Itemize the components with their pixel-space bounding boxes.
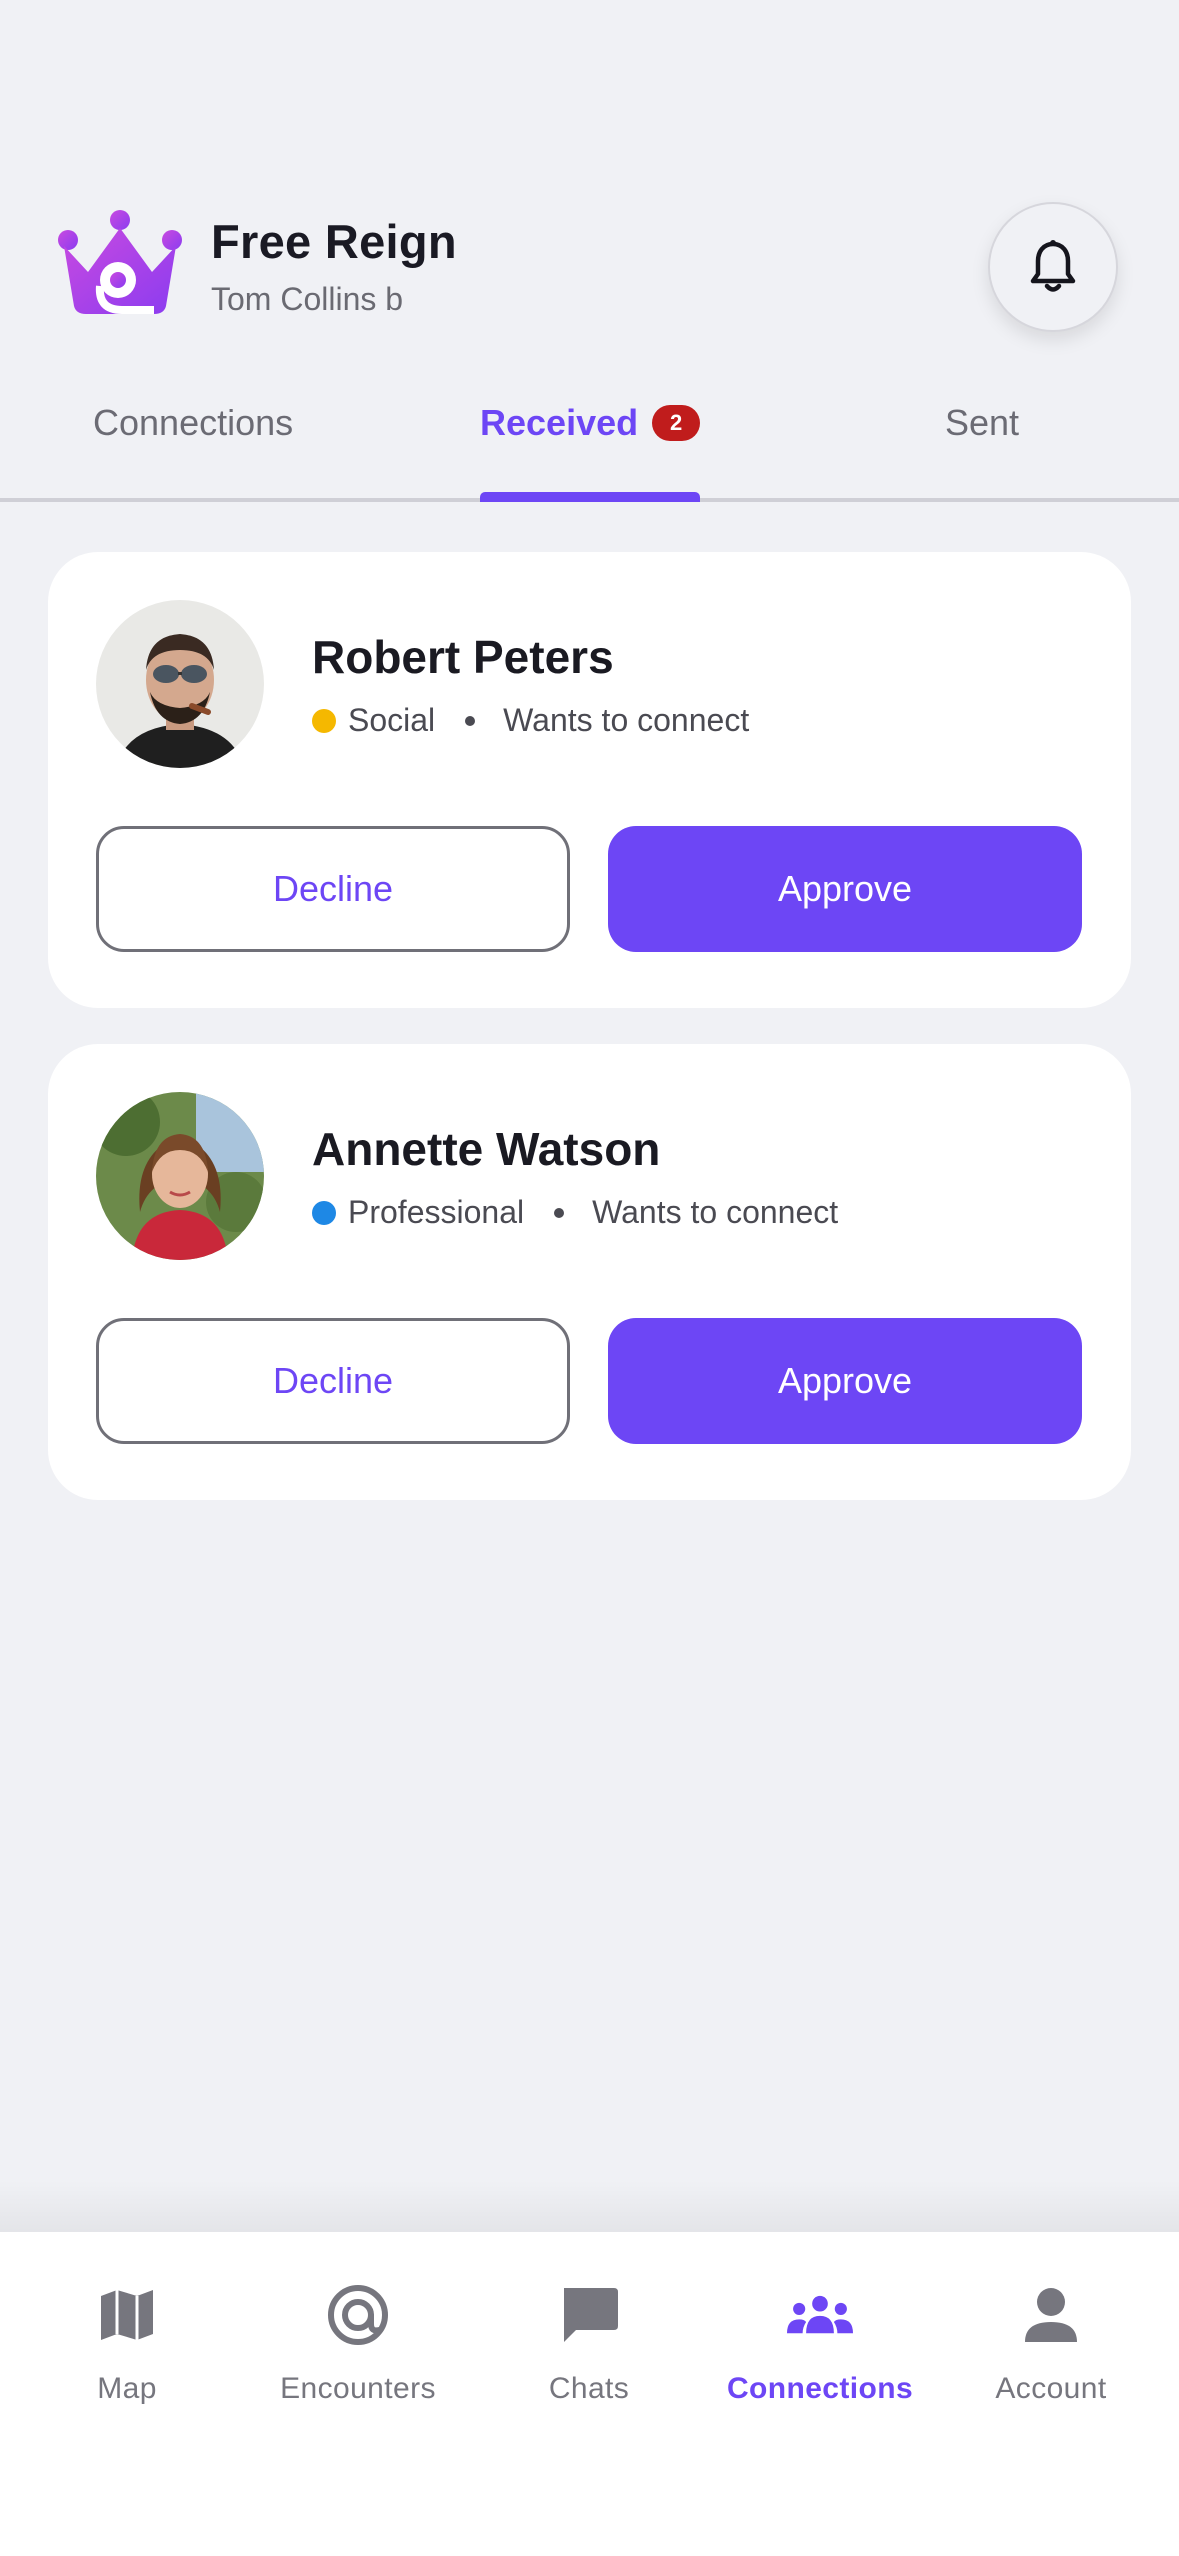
nav-label-map: Map: [97, 2372, 157, 2405]
separator-dot: [554, 1207, 565, 1218]
status-text: Wants to connect: [592, 1194, 839, 1230]
avatar[interactable]: [96, 1092, 264, 1260]
crown-logo-icon: [58, 210, 182, 314]
avatar[interactable]: [96, 600, 264, 768]
nav-item-connections[interactable]: Connections: [720, 2282, 920, 2406]
requester-meta: Social Wants to connect: [312, 702, 749, 739]
notifications-button[interactable]: [988, 202, 1118, 332]
category-label: Professional: [348, 1194, 525, 1230]
category-dot: [312, 1200, 336, 1225]
nav-item-encounters[interactable]: Encounters: [258, 2282, 458, 2406]
decline-button[interactable]: Decline: [96, 1318, 570, 1444]
requester-meta: Professional Wants to connect: [312, 1194, 838, 1231]
chat-icon: [556, 2282, 622, 2348]
requester-name: Robert Peters: [312, 631, 614, 683]
tab-sent[interactable]: Sent: [945, 402, 1019, 444]
nav-item-account[interactable]: Account: [951, 2282, 1151, 2406]
app-title: Free Reign: [211, 215, 457, 268]
category-dot: [312, 708, 336, 733]
nav-shadow: [0, 2180, 1179, 2232]
request-card: Robert Peters Social Wants to connect De…: [48, 552, 1131, 1008]
user-name: Tom Collins b: [211, 281, 404, 317]
approve-button[interactable]: Approve: [608, 1318, 1082, 1444]
tab-received[interactable]: Received 2: [480, 402, 701, 444]
active-tab-indicator: [480, 492, 700, 502]
tab-received-label: Received: [480, 402, 639, 443]
requester-name: Annette Watson: [312, 1123, 661, 1175]
approve-button[interactable]: Approve: [608, 826, 1082, 952]
person-icon: [1018, 2282, 1084, 2348]
map-icon: [94, 2282, 160, 2348]
nav-label-encounters: Encounters: [280, 2372, 436, 2405]
separator-dot: [465, 715, 476, 726]
decline-button[interactable]: Decline: [96, 826, 570, 952]
nav-label-connections: Connections: [726, 2372, 914, 2405]
request-card: Annette Watson Professional Wants to con…: [48, 1044, 1131, 1500]
category-label: Social: [348, 702, 436, 738]
bell-icon: [1030, 240, 1076, 292]
people-icon: [787, 2282, 853, 2348]
bottom-nav: Map Encounters Chats Connections Account: [0, 2232, 1179, 2556]
nav-label-account: Account: [995, 2372, 1107, 2405]
received-count-badge: 2: [652, 405, 701, 441]
nav-item-chats[interactable]: Chats: [489, 2282, 689, 2406]
status-text: Wants to connect: [503, 702, 750, 738]
nav-item-map[interactable]: Map: [27, 2282, 227, 2406]
connection-tabs: Connections Received 2 Sent: [0, 380, 1179, 504]
app-header: Free Reign Tom Collins b: [0, 0, 1179, 380]
nav-label-chats: Chats: [548, 2372, 630, 2405]
tab-connections[interactable]: Connections: [93, 402, 293, 444]
encounters-icon: [325, 2282, 391, 2348]
